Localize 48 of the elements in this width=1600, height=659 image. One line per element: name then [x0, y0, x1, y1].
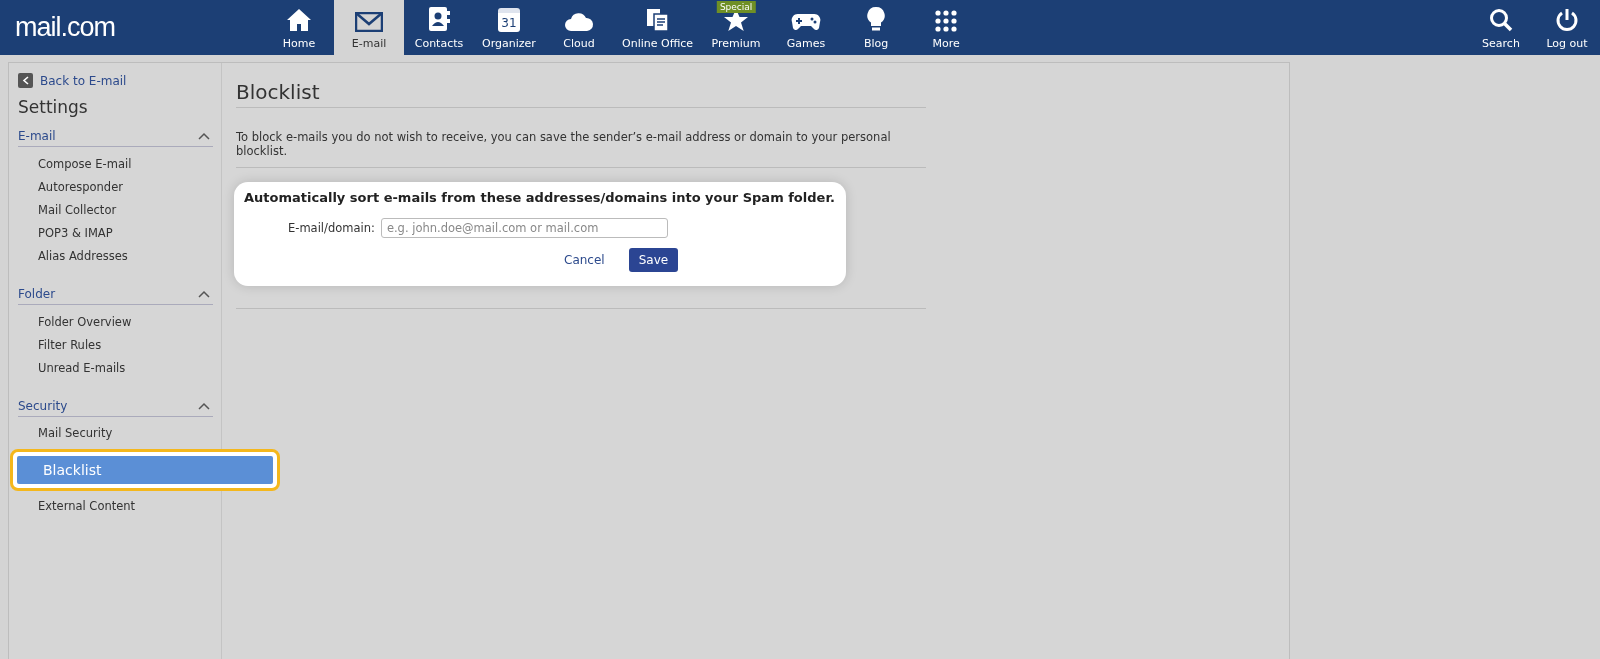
- nav-tab[interactable]: Home: [264, 0, 334, 55]
- cloud-icon: [564, 12, 594, 32]
- input-field[interactable]: e.g. john.doe@mail.com or mail.com: [380, 218, 668, 238]
- lightbulb-icon: [866, 6, 887, 32]
- sidebar-item[interactable]: External Content: [18, 494, 221, 518]
- sidebar-item[interactable]: Mail Security: [18, 421, 221, 445]
- envelope-icon: [355, 12, 383, 32]
- sidebar-item[interactable]: Autoresponder: [18, 175, 221, 199]
- grid-icon: [935, 10, 958, 32]
- house-icon: [286, 8, 312, 32]
- sidebar-item[interactable]: Mail Collector: [18, 198, 221, 222]
- nav-button[interactable]: Log out: [1534, 0, 1600, 55]
- contact-book-icon: [428, 6, 450, 32]
- gamepad-icon: [791, 12, 822, 32]
- search-icon: [1489, 8, 1513, 32]
- badge: Special: [716, 1, 756, 13]
- sidebar-title: Settings: [18, 97, 89, 117]
- sidebar-item[interactable]: Filter Rules: [18, 333, 221, 357]
- nav-tab[interactable]: Games: [771, 0, 842, 55]
- description: To block e-mails you do not wish to receive, you can save the sender’s e-mail address or domain to your personal blocklist.: [236, 108, 926, 168]
- cancel-link[interactable]: Cancel: [558, 252, 611, 268]
- sidebar-item[interactable]: POP3 & IMAP: [18, 221, 221, 245]
- nav-tab[interactable]: Special Premium: [701, 0, 772, 55]
- logo[interactable]: mail.com: [15, 12, 127, 43]
- power-icon: [1555, 8, 1579, 32]
- field-label: E-mail/domain:: [288, 221, 375, 235]
- nav-tab[interactable]: Contacts: [404, 0, 474, 55]
- nav-button[interactable]: Search: [1468, 0, 1534, 55]
- chevron-left-icon: [18, 73, 33, 88]
- nav-tab[interactable]: More: [911, 0, 982, 55]
- nav-tab[interactable]: Cloud: [544, 0, 614, 55]
- section-header[interactable]: E-mail: [18, 129, 213, 147]
- nav-tab[interactable]: Online Office: [614, 0, 702, 55]
- dialog-heading: Automatically sort e-mails from these addresses/domains into your Spam folder.: [244, 190, 836, 205]
- sidebar-item[interactable]: Unread E-mails: [18, 356, 221, 380]
- sidebar-item[interactable]: Alias Addresses: [18, 244, 221, 268]
- nav-tab[interactable]: 31 Organizer: [474, 0, 544, 55]
- page-title: Blocklist: [236, 80, 926, 108]
- documents-icon: [645, 8, 670, 32]
- nav-tab[interactable]: Blog: [841, 0, 912, 55]
- section-header[interactable]: Folder: [18, 286, 213, 305]
- calendar-icon: 31: [498, 8, 520, 32]
- back-link[interactable]: Back to E-mail: [18, 73, 221, 88]
- section-header[interactable]: Security: [18, 398, 213, 417]
- sidebar-item[interactable]: Compose E-mail: [18, 152, 221, 176]
- nav-tab[interactable]: E-mail: [334, 0, 404, 55]
- save-button[interactable]: Save: [628, 248, 679, 272]
- sidebar-item[interactable]: Folder Overview: [18, 309, 221, 334]
